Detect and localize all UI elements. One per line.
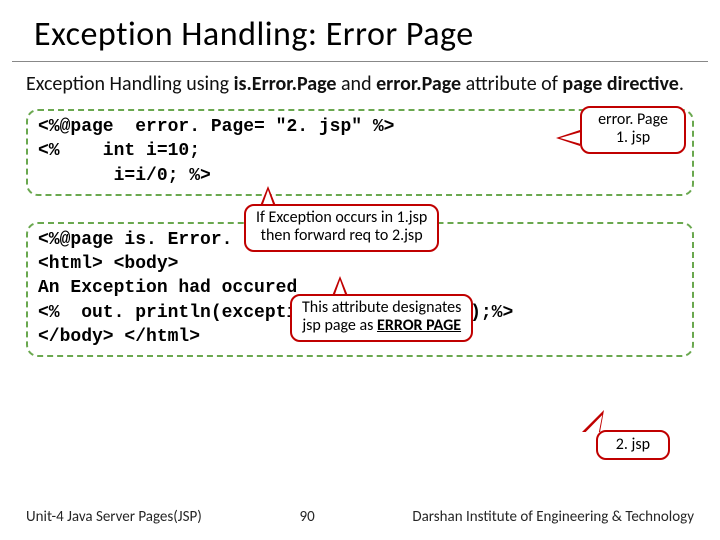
footer-unit: Unit-4 Java Server Pages(JSP) [26,508,202,526]
intro-bold-errorpage: error.Page [376,72,461,96]
callout-line: This attribute designates [302,299,461,317]
intro-period: . [679,72,684,96]
intro-suffix: attribute of [461,72,562,96]
intro-paragraph: Exception Handling using is.Error.Page a… [0,62,720,105]
callout-line: If Exception occurs in 1.jsp [256,209,427,227]
intro-bold-iserrorpage: is.Error.Page [234,72,337,96]
callout-error-page-attr: This attribute designates jsp page as ER… [290,294,473,342]
callout-line: 1. jsp [592,129,674,147]
code-line: i=i/0; %> [38,164,682,188]
callout-error-page-emph: ERROR PAGE [377,316,461,335]
intro-bold-pagedir: page directive [562,72,678,96]
footer-institute: Darshan Institute of Engineering & Techn… [412,508,694,526]
callout-line: error. Page [592,111,674,129]
callout-line: jsp page as ERROR PAGE [302,317,461,335]
intro-prefix: Exception Handling using [26,72,234,96]
callout-text: 2. jsp [616,435,650,454]
slide-title: Exception Handling: Error Page [12,0,708,62]
callout-line: then forward req to 2.jsp [256,227,427,245]
callout-2jsp-label: 2. jsp [596,430,670,460]
intro-mid: and [336,72,376,96]
callout-text: jsp page as [302,316,377,335]
slide-footer: Unit-4 Java Server Pages(JSP) 90 Darshan… [0,502,720,540]
footer-page-number: 90 [202,508,413,526]
code-line: <html> <body> [38,252,682,276]
callout-tail [558,130,582,146]
callout-forward-req: If Exception occurs in 1.jsp then forwar… [244,204,439,252]
callout-errorpage-1jsp: error. Page 1. jsp [580,106,686,154]
